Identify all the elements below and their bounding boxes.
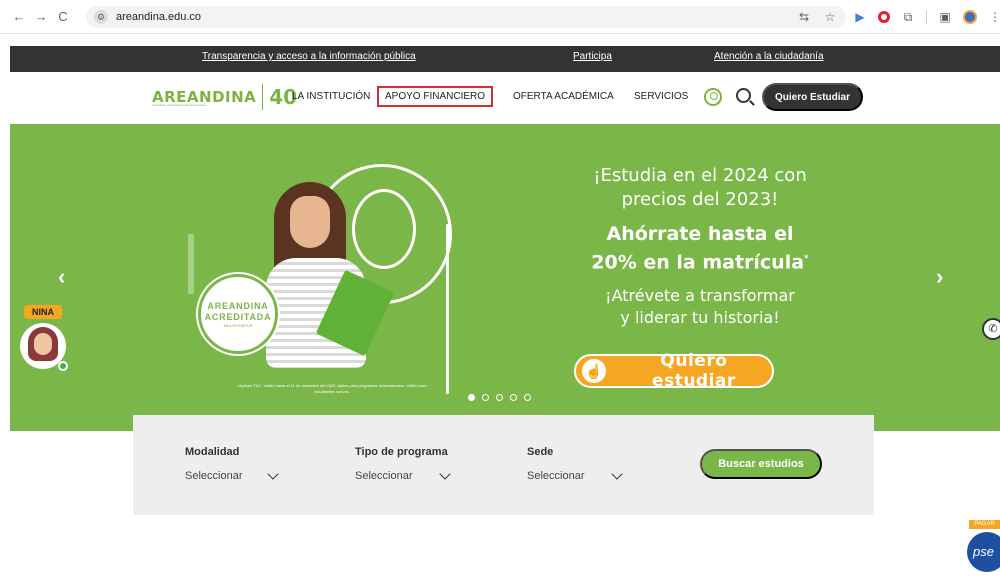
- search-icon[interactable]: [736, 88, 751, 103]
- top-link-transparencia[interactable]: Transparencia y acceso a la información …: [202, 51, 416, 62]
- carousel-prev-icon[interactable]: ‹: [58, 264, 65, 290]
- carousel-next-icon[interactable]: ›: [936, 264, 943, 290]
- headline-line: ¡Atrévete a transformar: [605, 286, 795, 306]
- extension-icon[interactable]: ▶: [852, 9, 868, 25]
- carousel-dots: [468, 394, 531, 401]
- hero-cta-label: Quiero estudiar: [652, 351, 736, 391]
- logo-subtext: Fundación Universitaria del Área Andina: [152, 103, 206, 107]
- forward-icon[interactable]: →: [30, 6, 52, 28]
- headline-line: ¡Estudia en el 2024 con: [593, 165, 807, 186]
- site-header: AREANDINA Fundación Universitaria del Ár…: [10, 72, 1000, 124]
- reload-icon[interactable]: C: [52, 6, 74, 28]
- whatsapp-icon[interactable]: ✆: [982, 318, 1000, 340]
- nina-label: NINA: [24, 305, 62, 319]
- student-photo: [254, 182, 395, 372]
- modalidad-select[interactable]: Seleccionar: [185, 470, 242, 482]
- top-link-atencion[interactable]: Atención a la ciudadanía: [714, 51, 824, 62]
- opera-extension-icon[interactable]: [878, 11, 890, 23]
- bookmark-star-icon[interactable]: ☆: [822, 9, 838, 25]
- quiero-estudiar-hero-button[interactable]: ☝ Quiero estudiar: [574, 351, 774, 391]
- tipo-programa-label: Tipo de programa: [355, 446, 448, 458]
- puzzle-icon[interactable]: ⧉: [900, 9, 916, 25]
- translate-icon[interactable]: ⇆: [796, 9, 812, 25]
- site-info-icon[interactable]: ⚙: [94, 10, 108, 24]
- program-search-panel: Modalidad Seleccionar Tipo de programa S…: [133, 415, 874, 515]
- footnote-mark: *: [804, 254, 809, 264]
- carousel-dot[interactable]: [510, 394, 517, 401]
- headline-line: 20% en la matrícula: [591, 251, 805, 274]
- sede-label: Sede: [527, 446, 554, 458]
- pse-payment-widget[interactable]: PAGAR pse: [967, 520, 1000, 577]
- menu-item-apoyo-financiero[interactable]: APOYO FINANCIERO: [377, 86, 494, 107]
- hero-headline: ¡Estudia en el 2024 con precios del 2023…: [550, 164, 850, 329]
- chevron-down-icon[interactable]: [267, 468, 279, 480]
- browser-menu-icon[interactable]: ⋮: [987, 9, 1000, 25]
- url-text[interactable]: areandina.edu.co: [116, 11, 201, 23]
- top-link-participa[interactable]: Participa: [573, 51, 612, 62]
- carousel-dot[interactable]: [524, 394, 531, 401]
- carousel-dot[interactable]: [468, 394, 475, 401]
- acreditada-seal: AREANDINA ACREDITADA MULTICAMPUS: [198, 274, 278, 354]
- carousel-dot[interactable]: [482, 394, 489, 401]
- pse-tag: PAGAR: [969, 520, 1000, 529]
- side-panel-icon[interactable]: ▣: [937, 9, 953, 25]
- chevron-down-icon[interactable]: [439, 468, 451, 480]
- sede-select[interactable]: Seleccionar: [527, 470, 584, 482]
- chevron-down-icon[interactable]: [611, 468, 623, 480]
- profile-avatar[interactable]: [963, 10, 977, 24]
- logo-divider: [262, 84, 264, 110]
- pse-logo[interactable]: pse: [967, 532, 1000, 572]
- user-account-icon[interactable]: [704, 88, 722, 106]
- tipo-programa-select[interactable]: Seleccionar: [355, 470, 412, 482]
- legal-disclaimer: *Aplican T&C. Válido hasta el 11 de dici…: [237, 383, 427, 394]
- pointing-hand-icon: ☝: [582, 359, 606, 383]
- modalidad-label: Modalidad: [185, 446, 240, 458]
- menu-item-institucion[interactable]: LA INSTITUCIÓN: [292, 91, 370, 102]
- toolbar-divider: [926, 10, 927, 24]
- carousel-dot[interactable]: [496, 394, 503, 401]
- top-links-bar: Transparencia y acceso a la información …: [10, 46, 1000, 72]
- buscar-estudios-button[interactable]: Buscar estudios: [700, 449, 822, 479]
- headline-line: Ahórrate hasta el: [606, 223, 794, 245]
- menu-item-servicios[interactable]: SERVICIOS: [634, 91, 688, 102]
- extensions-area: ▶ ⧉ ▣ ⋮: [852, 6, 1000, 28]
- quiero-estudiar-header-button[interactable]: Quiero Estudiar: [762, 83, 863, 111]
- menu-item-oferta-academica[interactable]: OFERTA ACADÉMICA: [513, 91, 614, 102]
- areandina-logo[interactable]: AREANDINA Fundación Universitaria del Ár…: [152, 84, 297, 110]
- headline-line: precios del 2023!: [621, 189, 779, 210]
- brand-letter-stem: [446, 224, 449, 394]
- hero-banner: ‹ › AREANDINA ACREDITADA MULTICAMPUS *Ap…: [10, 124, 1000, 431]
- online-status-indicator: [58, 361, 68, 371]
- nina-assistant[interactable]: NINA: [20, 305, 76, 375]
- back-icon[interactable]: ←: [8, 6, 30, 28]
- browser-toolbar: ← → C ⚙ areandina.edu.co ⇆ ☆ ▶ ⧉ ▣ ⋮: [0, 0, 1000, 34]
- vertical-caption: [188, 234, 194, 294]
- address-bar[interactable]: ⚙ areandina.edu.co ⇆ ☆: [86, 6, 846, 28]
- headline-line: y liderar tu historia!: [620, 308, 780, 328]
